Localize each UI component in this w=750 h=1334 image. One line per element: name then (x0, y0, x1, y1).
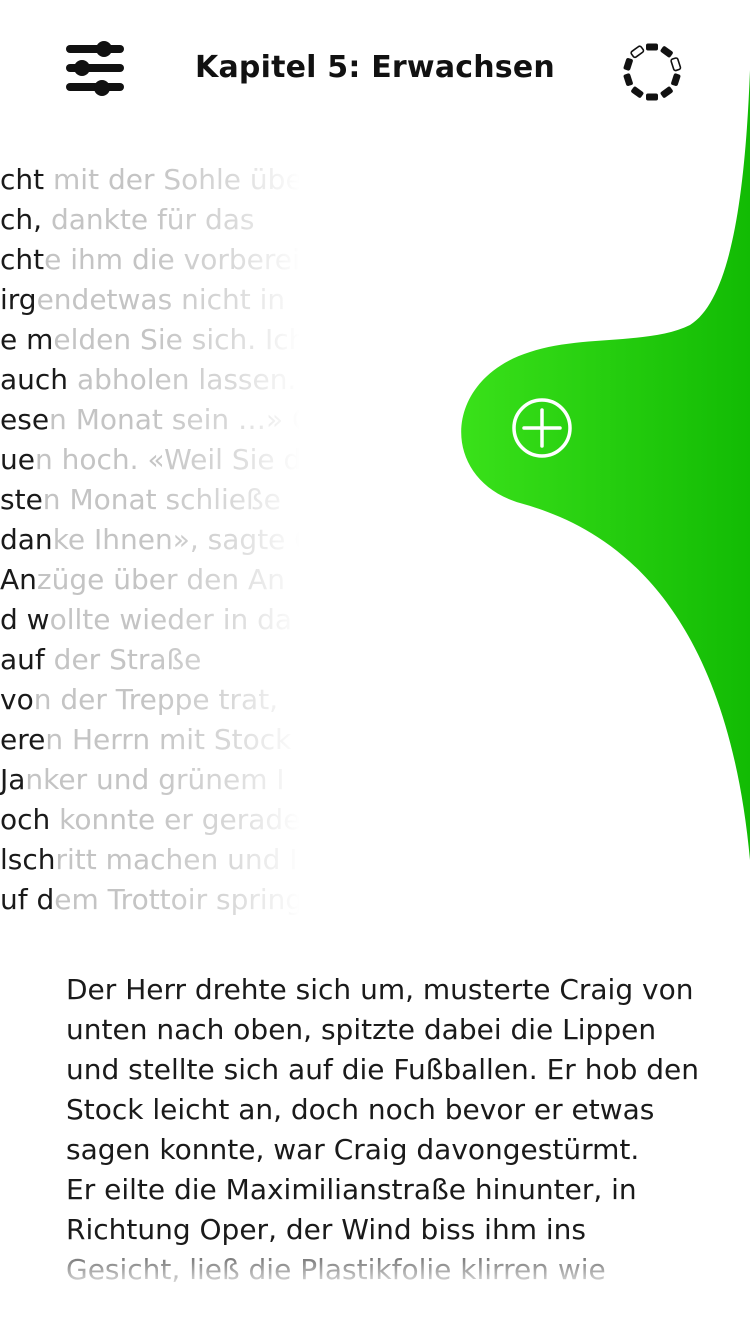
scroll-text-lead: cht (0, 163, 45, 196)
scroll-text-lead: ue (0, 443, 35, 476)
chapter-body-text: Der Herr drehte sich um, musterte Craig … (66, 970, 699, 1290)
body-text-line: Richtung Oper, der Wind biss ihm ins (66, 1213, 586, 1246)
body-fade-overlay (0, 1245, 750, 1290)
body-text-line: Der Herr drehte sich um, musterte Craig … (66, 973, 694, 1006)
scroll-text-lead: d w (0, 603, 50, 636)
progress-segment (660, 86, 673, 98)
scroll-text-lead: ste (0, 483, 43, 516)
progress-segment (646, 43, 658, 51)
body-text-line: und stellte sich auf die Fußballen. Er h… (66, 1053, 699, 1086)
progress-button[interactable] (618, 38, 686, 106)
scroll-text-lead: auf (0, 643, 45, 676)
scroll-text-lead: An (0, 563, 37, 596)
progress-segment (631, 86, 644, 98)
scroll-text-lead: ere (0, 723, 46, 756)
body-text-line: Stock leicht an, doch noch bevor er etwa… (66, 1093, 655, 1126)
progress-segment (671, 73, 681, 86)
scroll-text-lead: e m (0, 323, 54, 356)
text-fade-overlay (150, 160, 300, 920)
progress-segment (646, 93, 658, 101)
scroll-text-lead: lsch (0, 843, 56, 876)
progress-segment (630, 45, 645, 59)
scroll-text-lead: auch (0, 363, 69, 396)
green-blob (461, 70, 750, 860)
chapter-title: Kapitel 5: Erwachsen (195, 50, 555, 85)
body-text-line: Er eilte die Maximilianstraße hinunter, … (66, 1173, 637, 1206)
body-text-line: sagen konnte, war Craig davongestürmt. (66, 1133, 640, 1166)
scroll-text-lead: och (0, 803, 51, 836)
sliders-icon (62, 41, 128, 106)
progress-segment (670, 57, 682, 72)
add-button[interactable] (510, 396, 574, 460)
body-text-line: unten nach oben, spitzte dabei die Lippe… (66, 1013, 657, 1046)
plus-circle-icon (510, 398, 574, 464)
progress-segment (623, 58, 633, 71)
scroll-text-lead: irg (0, 283, 37, 316)
scroll-text-lead: cht (0, 243, 45, 276)
scroll-text-lead: dan (0, 523, 53, 556)
scroll-text-lead: ch, (0, 203, 43, 236)
progress-segment (660, 46, 673, 58)
scrolling-text-preview: cht mit der Sohle übech, dankte für dasc… (0, 160, 300, 920)
progress-segment (623, 73, 633, 86)
scroll-text-lead: vo (0, 683, 34, 716)
progress-ring-icon (618, 43, 686, 110)
top-bar: Kapitel 5: Erwachsen (0, 0, 750, 140)
settings-button[interactable] (62, 38, 128, 102)
scroll-text-lead: Ja (0, 763, 26, 796)
scroll-text-lead: ese (0, 403, 50, 436)
scroll-text-lead: uf d (0, 883, 55, 916)
